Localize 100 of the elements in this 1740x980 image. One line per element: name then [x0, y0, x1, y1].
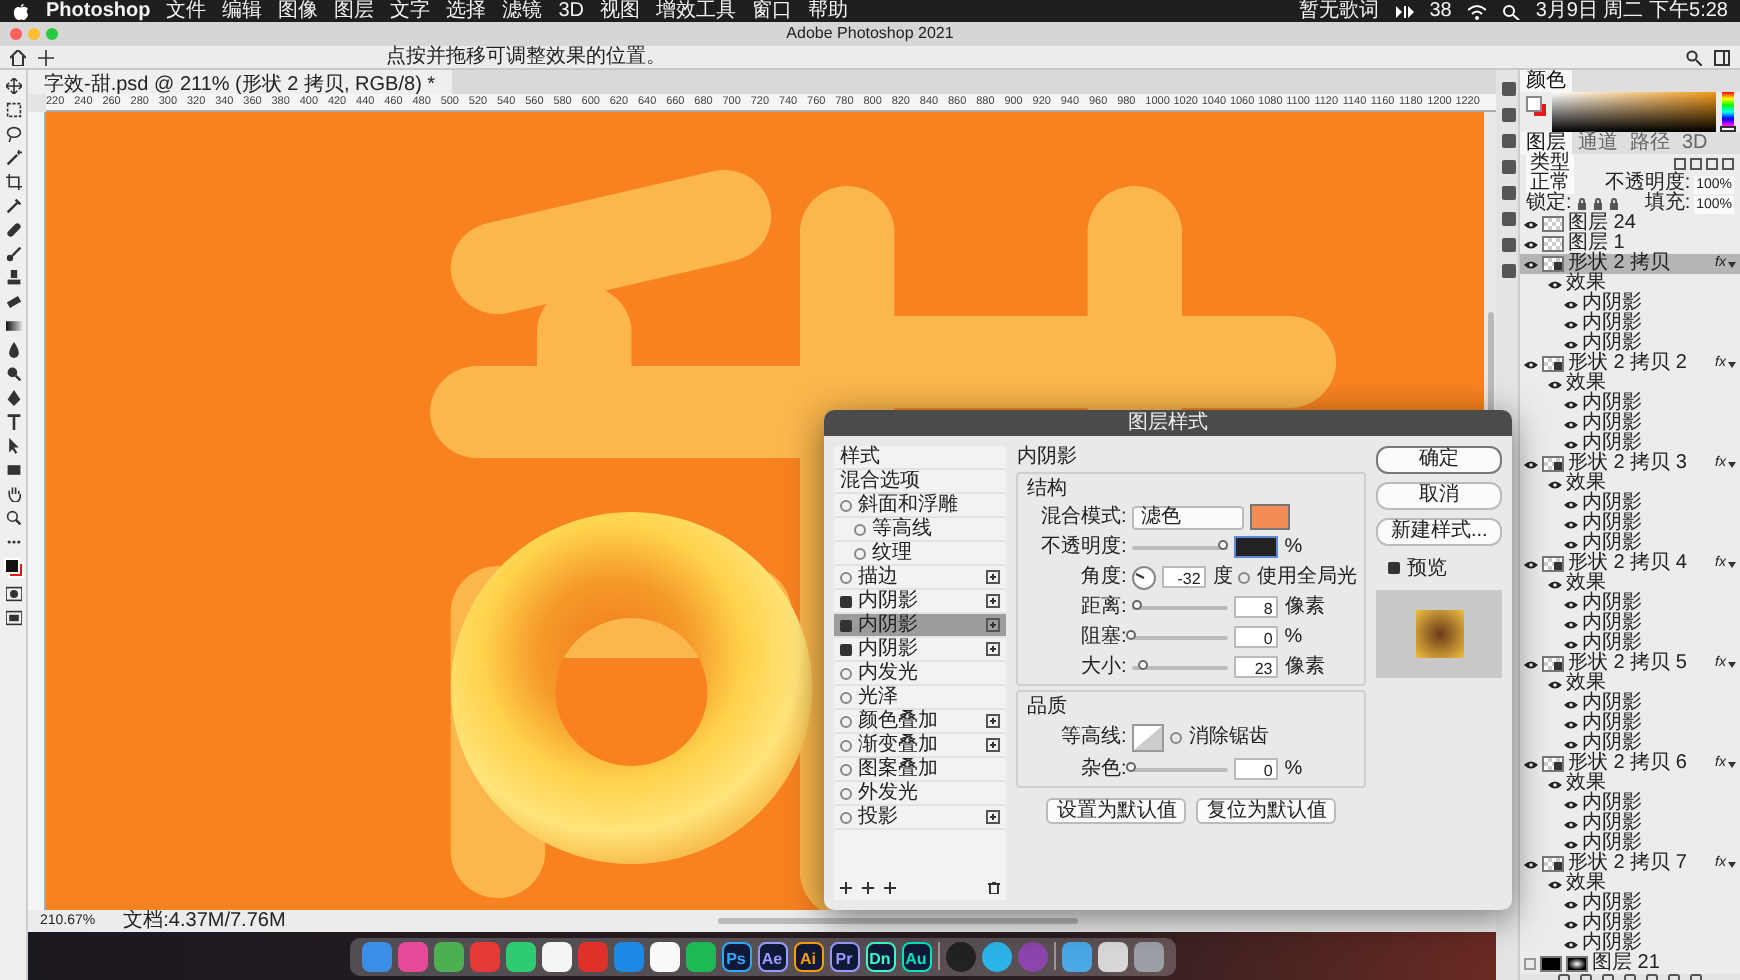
stamp-icon[interactable] — [6, 270, 22, 286]
angle-dial[interactable] — [1132, 565, 1157, 589]
style-item[interactable]: 样式 — [834, 446, 1007, 470]
app-icon[interactable]: Pr — [829, 941, 859, 971]
lock-icon[interactable] — [1607, 198, 1620, 210]
style-item[interactable]: 描边 — [834, 566, 1007, 590]
pen-icon[interactable] — [6, 390, 22, 406]
style-item[interactable]: 内阴影 — [834, 638, 1007, 662]
blend-mode-dropdown[interactable]: 滤色 — [1132, 505, 1245, 529]
visibility-icon[interactable] — [1548, 579, 1562, 589]
app-icon[interactable]: Au — [901, 941, 931, 971]
app-icon[interactable]: Ae — [757, 941, 787, 971]
visibility-icon[interactable] — [1524, 659, 1538, 669]
trash-icon[interactable] — [988, 882, 1001, 894]
dialog-button[interactable]: 确定 — [1376, 446, 1502, 474]
menu-item[interactable]: 3D — [558, 0, 585, 22]
app-icon[interactable] — [981, 941, 1011, 971]
default-button[interactable]: 复位为默认值 — [1196, 798, 1337, 824]
visibility-icon[interactable] — [1564, 299, 1578, 309]
crop-icon[interactable] — [6, 174, 22, 190]
menu-item[interactable]: 图层 — [334, 0, 375, 22]
gradient-icon[interactable] — [6, 318, 22, 334]
number-field[interactable]: 0 — [1234, 758, 1279, 780]
panel-tab[interactable]: 图层 — [1520, 132, 1572, 154]
wifi-icon[interactable] — [1467, 3, 1486, 19]
panel-tab[interactable]: 3D — [1676, 132, 1714, 154]
menu-item[interactable]: 帮助 — [808, 0, 849, 22]
list-action-icon[interactable] — [862, 882, 874, 894]
number-field[interactable]: 0 — [1234, 626, 1279, 648]
visibility-icon[interactable] — [1564, 519, 1578, 529]
app-icon[interactable] — [685, 941, 715, 971]
visibility-icon[interactable] — [1524, 559, 1538, 569]
number-field[interactable]: 8 — [1234, 596, 1279, 618]
visibility-icon[interactable] — [1524, 759, 1538, 769]
visibility-icon[interactable] — [1564, 339, 1578, 349]
app-menu[interactable]: Photoshop — [46, 0, 151, 22]
list-action-icon[interactable] — [884, 882, 896, 894]
visibility-icon[interactable] — [1548, 379, 1562, 389]
app-icon[interactable]: Dn — [865, 941, 895, 971]
search-icon[interactable] — [1501, 3, 1520, 19]
add-icon[interactable] — [986, 642, 1001, 656]
layer-row[interactable]: 图层 1 — [1520, 234, 1740, 254]
lasso-icon[interactable] — [6, 126, 22, 142]
visibility-icon[interactable] — [1564, 919, 1578, 929]
eraser-icon[interactable] — [6, 294, 22, 310]
style-item[interactable]: 图案叠加 — [834, 758, 1007, 782]
scrollbar-thumb[interactable] — [718, 917, 1079, 923]
visibility-icon[interactable] — [1564, 799, 1578, 809]
document-tab[interactable]: 字效-甜.psd @ 211% (形状 2 拷贝, RGB/8) * — [28, 70, 452, 94]
style-item[interactable]: 混合选项 — [834, 470, 1007, 494]
search-icon[interactable] — [1686, 50, 1702, 66]
app-icon[interactable]: Ps — [721, 941, 751, 971]
default-button[interactable]: 设置为默认值 — [1046, 798, 1187, 824]
panel-tab[interactable]: 通道 — [1572, 132, 1624, 154]
app-icon[interactable] — [541, 941, 571, 971]
visibility-icon[interactable] — [1548, 879, 1562, 889]
dodge-icon[interactable] — [6, 366, 22, 382]
visibility-icon[interactable] — [1548, 279, 1562, 289]
layer-row[interactable]: 图层 24 — [1520, 214, 1740, 234]
add-icon[interactable] — [986, 810, 1001, 824]
style-item[interactable]: 投影 — [834, 806, 1007, 830]
app-icon[interactable] — [649, 941, 679, 971]
menu-item[interactable]: 选择 — [446, 0, 487, 22]
app-icon[interactable] — [1097, 941, 1127, 971]
arrow-icon[interactable] — [6, 438, 22, 454]
media-controls-icon[interactable] — [1395, 3, 1414, 19]
marquee-icon[interactable] — [6, 102, 22, 118]
visibility-icon[interactable] — [1564, 639, 1578, 649]
blend-mode-dropdown[interactable]: 正常 — [1526, 174, 1574, 194]
brush-icon[interactable] — [6, 246, 22, 262]
visibility-icon[interactable] — [1524, 359, 1538, 369]
visibility-icon[interactable] — [1564, 699, 1578, 709]
add-icon[interactable] — [986, 594, 1001, 608]
menu-item[interactable]: 编辑 — [222, 0, 263, 22]
menu-item[interactable]: 图像 — [278, 0, 319, 22]
home-icon[interactable] — [10, 50, 26, 66]
style-item[interactable]: 纹理 — [834, 542, 1007, 566]
wand-icon[interactable] — [6, 150, 22, 166]
lock-icon[interactable] — [1575, 198, 1588, 210]
style-item[interactable]: 等高线 — [834, 518, 1007, 542]
list-action-icon[interactable] — [840, 882, 852, 894]
menu-item[interactable]: 增效工具 — [656, 0, 737, 22]
visibility-icon[interactable] — [1524, 259, 1538, 269]
style-item[interactable]: 斜面和浮雕 — [834, 494, 1007, 518]
logo-icon[interactable] — [12, 3, 30, 19]
visibility-icon[interactable] — [1564, 539, 1578, 549]
visibility-icon[interactable] — [1564, 939, 1578, 949]
dialog-button[interactable]: 取消 — [1376, 482, 1502, 510]
visibility-icon[interactable] — [1524, 239, 1538, 249]
visibility-icon[interactable] — [1524, 859, 1538, 869]
style-item[interactable]: 外发光 — [834, 782, 1007, 806]
visibility-icon[interactable] — [1564, 499, 1578, 509]
visibility-icon[interactable] — [1564, 899, 1578, 909]
style-item[interactable]: 颜色叠加 — [834, 710, 1007, 734]
dialog-button[interactable]: 新建样式... — [1376, 518, 1502, 546]
number-field[interactable]: -32 — [1162, 566, 1207, 588]
quick-mask-icon[interactable] — [6, 586, 22, 602]
style-item[interactable]: 内阴影 — [834, 614, 1007, 638]
radio-button[interactable] — [1238, 571, 1251, 583]
visibility-icon[interactable] — [1524, 459, 1538, 469]
